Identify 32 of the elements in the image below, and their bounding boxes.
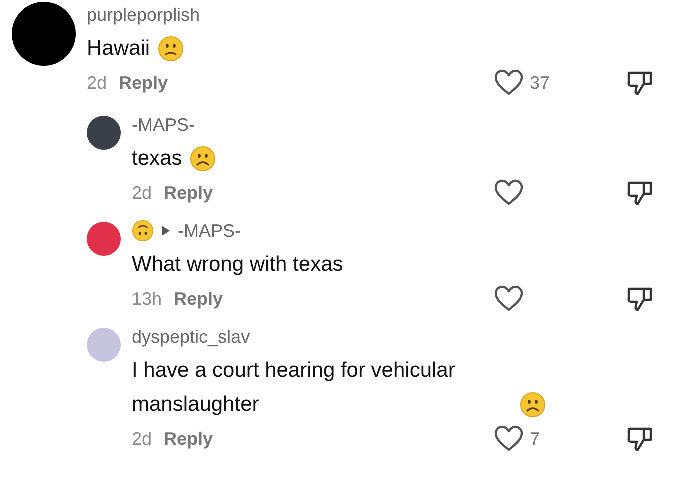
frowning-face-icon [190, 146, 216, 172]
username[interactable]: purpleporplish [87, 2, 200, 28]
timestamp: 2d [132, 182, 152, 204]
like-count: 37 [530, 72, 550, 94]
timestamp: 2d [87, 72, 108, 94]
heart-icon[interactable] [494, 285, 524, 313]
comment-text: I have a court hearing for vehicular manslaughter [132, 358, 456, 418]
thumbs-down-icon[interactable] [626, 285, 654, 313]
caret-icon [162, 226, 170, 236]
like-count: 7 [530, 428, 540, 450]
comment-text: What wrong with texas [132, 252, 344, 278]
heart-icon[interactable] [494, 69, 524, 97]
thumbs-down-icon[interactable] [626, 179, 654, 207]
username[interactable]: -MAPS- [178, 218, 241, 244]
avatar[interactable] [87, 116, 121, 150]
frowning-face-icon [520, 392, 546, 418]
thumbs-down-icon[interactable] [626, 425, 654, 453]
username[interactable]: -MAPS- [132, 112, 195, 138]
reply-button[interactable]: Reply [174, 286, 224, 312]
timestamp: 2d [132, 428, 152, 450]
heart-icon[interactable] [494, 179, 524, 207]
reply-button[interactable]: Reply [164, 426, 214, 452]
thumbs-down-icon[interactable] [626, 69, 654, 97]
frowning-face-icon [158, 36, 184, 62]
username[interactable]: dyspeptic_slav [132, 324, 250, 350]
comment-text: texas [132, 146, 182, 172]
upside-down-face-icon [132, 220, 154, 242]
comment-text: Hawaii [87, 36, 150, 62]
heart-icon[interactable] [494, 425, 524, 453]
timestamp: 13h [132, 288, 162, 310]
reply-button[interactable]: Reply [119, 70, 168, 96]
reply-button[interactable]: Reply [164, 180, 214, 206]
